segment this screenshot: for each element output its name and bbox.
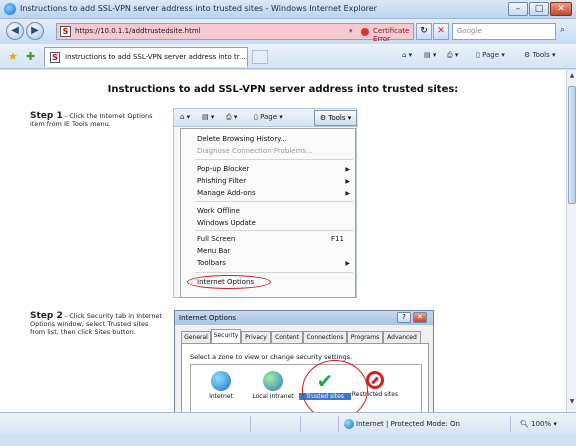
print-icon[interactable]: ⎙ ▾ [447, 51, 458, 60]
search-placeholder: Google [457, 27, 482, 35]
local-intranet-icon [263, 371, 283, 391]
menu-item-menu-bar[interactable]: Menu Bar [197, 247, 230, 255]
zone-list: Internet Local intranet ✔ Trusted sites … [190, 360, 422, 412]
menu-item-diagnose-connection: Diagnose Connection Problems... [197, 147, 313, 155]
tab-current[interactable]: S Instructions to add SSL-VPN server add… [44, 47, 248, 67]
tab-programs[interactable]: Programs [347, 331, 383, 343]
zone-local-intranet[interactable]: Local intranet [247, 371, 299, 400]
tab-privacy[interactable]: Privacy [241, 331, 271, 343]
zone-internet[interactable]: Internet [195, 371, 247, 400]
dialog-title: Internet Options [179, 314, 237, 322]
internet-options-dialog: Internet Options ? ✕ General Security Pr… [174, 310, 434, 412]
status-divider [300, 416, 301, 432]
maximize-button[interactable]: □ [529, 2, 549, 16]
menu-separator [195, 272, 353, 273]
menu-item-toolbars[interactable]: Toolbars [197, 259, 226, 267]
page-menu-button[interactable]: ▯ Page ▾ [476, 51, 505, 59]
status-divider [510, 416, 511, 432]
back-button[interactable]: ◀ [6, 22, 24, 40]
security-tab-panel: Select a zone to view or change security… [181, 343, 429, 412]
add-favorites-icon[interactable]: ✚ [26, 50, 35, 63]
zoom-icon: 🔍︎ [520, 420, 532, 428]
scroll-up-arrow-icon[interactable]: ▲ [568, 72, 576, 82]
refresh-button[interactable]: ↻ [416, 23, 432, 40]
home-icon[interactable]: ⌂ ▾ [402, 51, 412, 59]
highlight-circle [187, 275, 271, 289]
vertical-scrollbar[interactable]: ▲ ▼ [566, 70, 576, 412]
home-icon: ⌂ ▾ [180, 113, 191, 121]
dialog-title-bar: Internet Options ? ✕ [175, 311, 433, 325]
scroll-down-arrow-icon[interactable]: ▼ [568, 398, 576, 408]
help-button[interactable]: ? [397, 312, 411, 323]
feeds-icon: ▤ ▾ [202, 113, 215, 121]
page-title: Instructions to add SSL-VPN server addre… [107, 84, 459, 95]
page-menu-label: ▯ Page ▾ [254, 113, 283, 121]
scroll-thumb[interactable] [568, 86, 576, 204]
close-button[interactable]: ✕ [550, 2, 572, 16]
dialog-close-button[interactable]: ✕ [413, 312, 427, 323]
search-field[interactable]: Google [452, 23, 556, 40]
tools-menu-button[interactable]: ⚙ Tools ▾ [524, 51, 556, 59]
address-bar-row: ◀ ▶ S https://10.0.1.1/addtrustedsite.ht… [0, 19, 576, 44]
status-bar: Internet | Protected Mode: On 🔍︎ 100% ▾ [0, 412, 576, 434]
status-divider [250, 416, 251, 432]
menu-item-work-offline[interactable]: Work Offline [197, 207, 240, 215]
tools-button: ⚙ Tools ▾ [314, 110, 357, 126]
tab-label: Instructions to add SSL-VPN server addre… [65, 53, 246, 61]
address-dropdown-icon[interactable]: ▾ [349, 27, 353, 35]
window-bottom-edge [0, 434, 576, 446]
window-title: Instructions to add SSL-VPN server addre… [20, 4, 377, 13]
menu-separator [195, 230, 353, 231]
minimize-button[interactable]: – [508, 2, 528, 16]
stop-button[interactable]: ✕ [433, 23, 449, 40]
menu-item-windows-update[interactable]: Windows Update [197, 219, 256, 227]
tab-advanced[interactable]: Advanced [383, 331, 421, 343]
internet-zone-icon [344, 419, 354, 429]
new-tab-button[interactable] [252, 50, 268, 64]
globe-icon [211, 371, 231, 391]
tab-bar: ★ ✚ S Instructions to add SSL-VPN server… [0, 44, 576, 69]
page-content: Instructions to add SSL-VPN server addre… [0, 70, 566, 412]
tab-security[interactable]: Security [211, 329, 241, 343]
menu-item-manage-addons[interactable]: Manage Add-ons [197, 189, 256, 197]
certificate-error-label[interactable]: Certificate Error [373, 27, 413, 43]
menu-item-phishing-filter[interactable]: Phishing Filter [197, 177, 246, 185]
submenu-arrow-icon: ▶ [345, 166, 350, 173]
favorites-star-icon[interactable]: ★ [8, 50, 18, 63]
step-1-instruction: Step 1 - Click the Internet Options item… [30, 112, 165, 129]
menu-separator [195, 159, 353, 160]
search-icon[interactable]: ⌕ [560, 25, 565, 35]
site-favicon-icon: S [60, 26, 71, 37]
step-2-instruction: Step 2 - Click Security tab in Internet … [30, 312, 165, 337]
feeds-icon[interactable]: ▤ ▾ [424, 51, 436, 59]
restricted-icon [366, 371, 384, 389]
tab-content[interactable]: Content [271, 331, 303, 343]
tools-dropdown-menu: Delete Browsing History... Diagnose Conn… [180, 128, 356, 298]
menu-item-full-screen[interactable]: Full Screen [197, 235, 235, 243]
submenu-arrow-icon: ▶ [345, 190, 350, 197]
tools-menu-screenshot: ⌂ ▾ ▤ ▾ ⎙ ▾ ▯ Page ▾ ⚙ Tools ▾ Delete Br… [173, 108, 358, 298]
highlight-circle [302, 360, 368, 412]
forward-button[interactable]: ▶ [26, 22, 44, 40]
submenu-arrow-icon: ▶ [345, 260, 350, 267]
full-screen-shortcut: F11 [331, 235, 344, 243]
tab-favicon-icon: S [50, 52, 60, 63]
menu-item-popup-blocker[interactable]: Pop-up Blocker [197, 165, 249, 173]
tab-connections[interactable]: Connections [303, 331, 347, 343]
tools-toolbar: ⌂ ▾ ▤ ▾ ⎙ ▾ ▯ Page ▾ ⚙ Tools ▾ [174, 109, 358, 127]
menu-item-delete-browsing-history[interactable]: Delete Browsing History... [197, 135, 287, 143]
address-field[interactable]: S https://10.0.1.1/addtrustedsite.html ▾… [56, 23, 414, 43]
print-icon: ⎙ ▾ [226, 113, 238, 121]
tab-general[interactable]: General [181, 331, 211, 343]
title-bar: Instructions to add SSL-VPN server addre… [0, 0, 576, 19]
status-divider [338, 416, 339, 432]
security-zone-status[interactable]: Internet | Protected Mode: On [356, 420, 460, 428]
submenu-arrow-icon: ▶ [345, 178, 350, 185]
certificate-error-icon[interactable] [361, 28, 369, 36]
url-text[interactable]: https://10.0.1.1/addtrustedsite.html [75, 27, 201, 35]
gear-icon: ⚙ [524, 51, 533, 59]
menu-separator [195, 201, 353, 202]
ie-logo-icon [4, 3, 16, 15]
zoom-level[interactable]: 🔍︎ 100% ▾ [520, 420, 557, 428]
